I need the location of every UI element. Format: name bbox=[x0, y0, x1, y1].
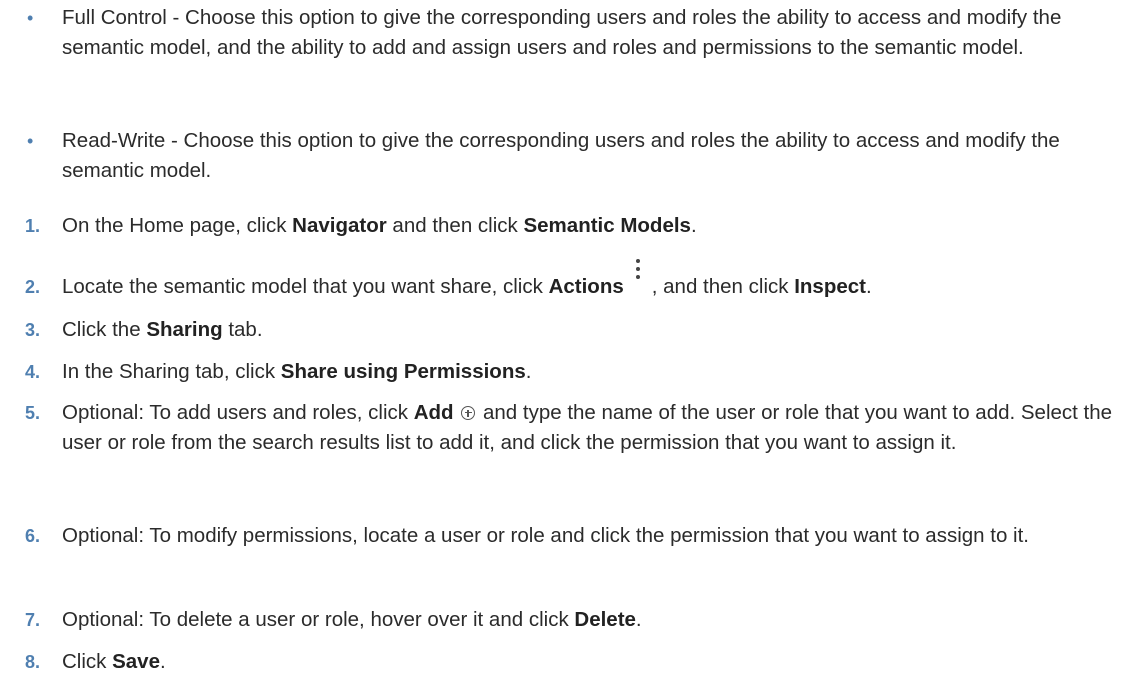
step-text: On the Home page, click Navigator and th… bbox=[62, 211, 1120, 241]
step-item-2: 2. Locate the semantic model that you wa… bbox=[25, 259, 1120, 302]
step-item-8: 8. Click Save. bbox=[25, 647, 1120, 677]
ui-term-save: Save bbox=[112, 650, 160, 673]
step-text: Locate the semantic model that you want … bbox=[62, 259, 1120, 302]
step-text: Optional: To add users and roles, click … bbox=[62, 398, 1120, 458]
bullet-text: Read-Write - Choose this option to give … bbox=[62, 129, 1060, 182]
bullet-text: Full Control - Choose this option to giv… bbox=[62, 6, 1062, 59]
step-text-part: Click the bbox=[62, 318, 147, 341]
step-text-part: Click bbox=[62, 650, 113, 673]
add-circle-icon bbox=[461, 406, 476, 420]
step-number: 3. bbox=[25, 320, 41, 340]
step-item-1: 1. On the Home page, click Navigator and… bbox=[25, 211, 1120, 241]
step-item-6: 6. Optional: To modify permissions, loca… bbox=[25, 521, 1120, 551]
step-item-5: 5. Optional: To add users and roles, cli… bbox=[25, 398, 1120, 458]
step-number: 2. bbox=[25, 277, 41, 297]
step-number: 6. bbox=[25, 526, 41, 546]
ui-term-inspect: Inspect bbox=[794, 275, 866, 298]
step-text-part: . bbox=[525, 360, 532, 383]
step-text: In the Sharing tab, click Share using Pe… bbox=[62, 357, 1120, 387]
bullet-item-read-write: • Read-Write - Choose this option to giv… bbox=[25, 126, 1120, 186]
step-text-part: tab. bbox=[222, 318, 263, 341]
step-text-part: . bbox=[690, 214, 697, 237]
step-text-part: and then click bbox=[386, 214, 524, 237]
step-text-part: In the Sharing tab, click bbox=[62, 360, 281, 383]
document-page: • Full Control - Choose this option to g… bbox=[0, 0, 1134, 691]
step-text: Click the Sharing tab. bbox=[62, 315, 1120, 345]
step-text-part: Locate the semantic model that you want … bbox=[62, 275, 549, 298]
bullet-marker: • bbox=[27, 131, 34, 151]
kebab-menu-icon bbox=[624, 259, 652, 302]
ui-term-delete: Delete bbox=[574, 608, 636, 631]
step-item-4: 4. In the Sharing tab, click Share using… bbox=[25, 357, 1120, 387]
step-number: 4. bbox=[25, 362, 41, 382]
step-text-part: . bbox=[160, 650, 166, 673]
bullet-item-full-control: • Full Control - Choose this option to g… bbox=[25, 3, 1120, 63]
step-number: 8. bbox=[25, 652, 41, 672]
step-item-7: 7. Optional: To delete a user or role, h… bbox=[25, 605, 1120, 635]
step-text-part: Optional: To delete a user or role, hove… bbox=[62, 608, 575, 631]
step-text: Optional: To delete a user or role, hove… bbox=[62, 605, 1120, 635]
ui-term-navigator: Navigator bbox=[292, 214, 387, 237]
step-text-part: On the Home page, click bbox=[62, 214, 293, 237]
ui-term-add: Add bbox=[413, 401, 454, 424]
bullet-marker: • bbox=[27, 8, 34, 28]
step-text: Click Save. bbox=[62, 647, 1120, 677]
step-text-part: Optional: To modify permissions, locate … bbox=[62, 524, 1030, 547]
step-text: Optional: To modify permissions, locate … bbox=[62, 521, 1120, 551]
step-text-part: . bbox=[865, 275, 872, 298]
step-text-part: . bbox=[635, 608, 642, 631]
step-number: 7. bbox=[25, 610, 41, 630]
step-number: 1. bbox=[25, 216, 41, 236]
step-number: 5. bbox=[25, 403, 41, 423]
step-item-3: 3. Click the Sharing tab. bbox=[25, 315, 1120, 345]
ui-term-semantic-models: Semantic Models bbox=[523, 214, 691, 237]
ui-term-actions: Actions bbox=[548, 275, 624, 298]
step-text-part: , and then click bbox=[651, 275, 795, 298]
ui-term-share-using-permissions: Share using Permissions bbox=[280, 360, 526, 383]
step-text-part: Optional: To add users and roles, click bbox=[62, 401, 414, 424]
ui-term-sharing: Sharing bbox=[146, 318, 223, 341]
